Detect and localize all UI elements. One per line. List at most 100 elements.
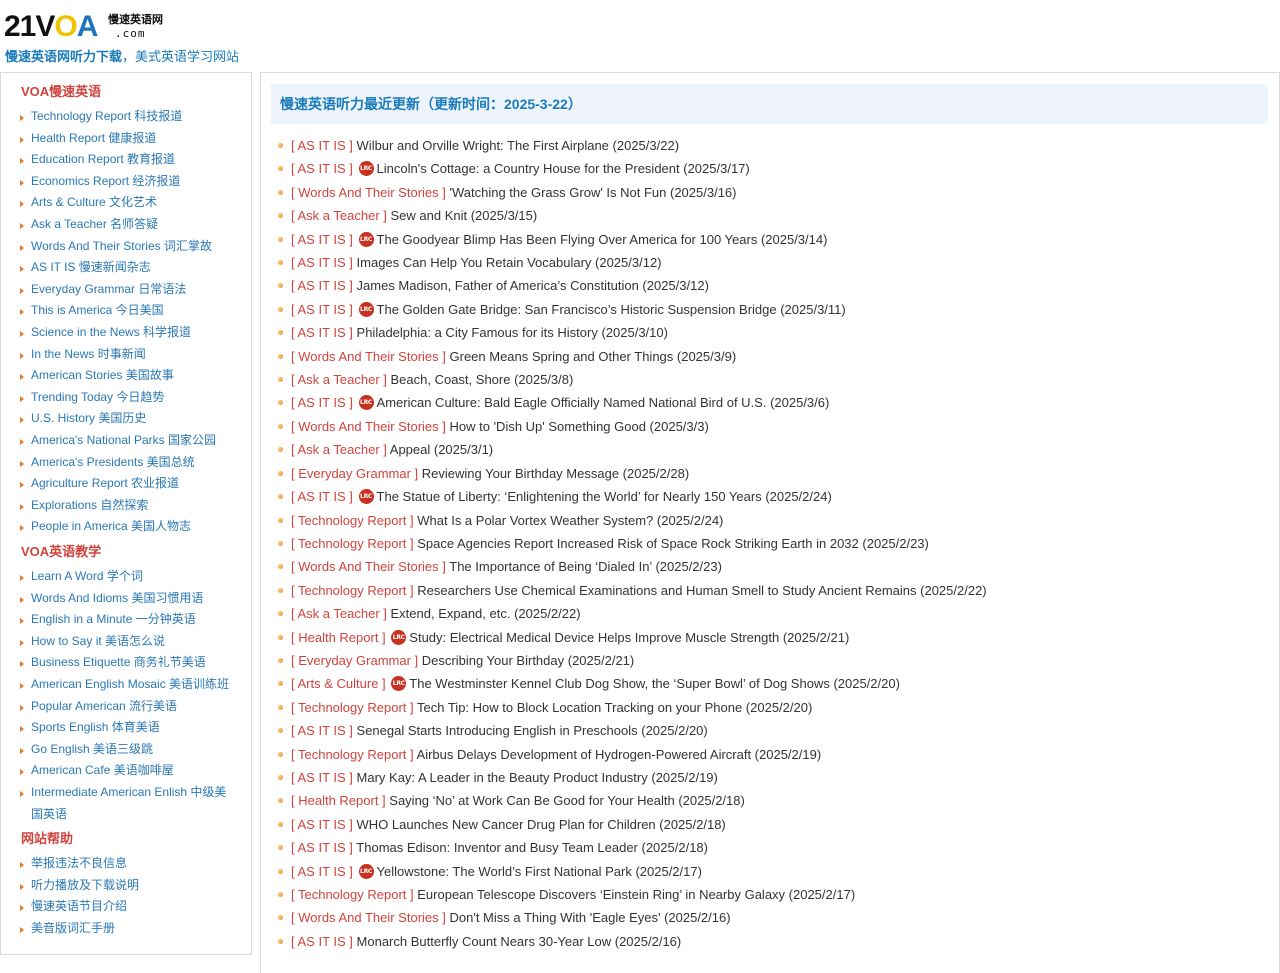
sidebar-item-link[interactable]: American Stories 美国故事 (31, 368, 174, 382)
news-title-link[interactable]: Extend, Expand, etc. (2025/2/22) (391, 606, 581, 621)
sidebar-item-link[interactable]: U.S. History 美国历史 (31, 411, 146, 425)
news-category-link[interactable]: [ AS IT IS ] (291, 817, 353, 832)
sidebar-item[interactable]: U.S. History 美国历史 (19, 408, 234, 430)
news-category-link[interactable]: [ AS IT IS ] (291, 723, 353, 738)
sidebar-item-link[interactable]: 举报违法不良信息 (31, 856, 127, 870)
sidebar-item-link[interactable]: America's National Parks 国家公园 (31, 433, 216, 447)
sidebar-item-link[interactable]: Business Etiquette 商务礼节美语 (31, 655, 206, 669)
news-title-link[interactable]: Senegal Starts Introducing English in Pr… (357, 723, 708, 738)
sidebar-item[interactable]: Sports English 体育美语 (19, 717, 234, 739)
news-category-link[interactable]: [ Ask a Teacher ] (291, 208, 387, 223)
news-category-link[interactable]: [ AS IT IS ] (291, 138, 353, 153)
sidebar-item-link[interactable]: English in a Minute 一分钟英语 (31, 612, 196, 626)
sidebar-item[interactable]: Popular American 流行美语 (19, 696, 234, 718)
news-title-link[interactable]: Reviewing Your Birthday Message (2025/2/… (422, 466, 689, 481)
sidebar-item-link[interactable]: Science in the News 科学报道 (31, 325, 191, 339)
news-category-link[interactable]: [ Arts & Culture ] (291, 676, 386, 691)
news-category-link[interactable]: [ AS IT IS ] (291, 934, 353, 949)
sidebar-item-link[interactable]: In the News 时事新闻 (31, 347, 146, 361)
sidebar-item[interactable]: American English Mosaic 美语训练班 (19, 674, 234, 696)
news-title-link[interactable]: James Madison, Father of America’s Const… (357, 278, 709, 293)
news-category-link[interactable]: [ AS IT IS ] (291, 325, 353, 340)
news-title-link[interactable]: Mary Kay: A Leader in the Beauty Product… (357, 770, 718, 785)
news-category-link[interactable]: [ Technology Report ] (291, 700, 414, 715)
news-title-link[interactable]: Philadelphia: a City Famous for its Hist… (357, 325, 668, 340)
sidebar-item[interactable]: America's National Parks 国家公园 (19, 430, 234, 452)
sidebar-item-link[interactable]: Economics Report 经济报道 (31, 174, 180, 188)
news-title-link[interactable]: American Culture: Bald Eagle Officially … (377, 395, 830, 410)
news-title-link[interactable]: The Golden Gate Bridge: San Francisco’s … (377, 302, 846, 317)
news-category-link[interactable]: [ Health Report ] (291, 630, 386, 645)
news-category-link[interactable]: [ Words And Their Stories ] (291, 185, 446, 200)
news-title-link[interactable]: Researchers Use Chemical Examinations an… (417, 583, 986, 598)
sidebar-item-link[interactable]: Trending Today 今日趋势 (31, 390, 164, 404)
news-category-link[interactable]: [ AS IT IS ] (291, 255, 353, 270)
news-category-link[interactable]: [ Technology Report ] (291, 536, 414, 551)
news-title-link[interactable]: Study: Electrical Medical Device Helps I… (409, 630, 849, 645)
sidebar-item[interactable]: Words And Idioms 美国习惯用语 (19, 588, 234, 610)
sidebar-item-link[interactable]: 慢速英语节目介绍 (31, 899, 127, 913)
sidebar-item[interactable]: English in a Minute 一分钟英语 (19, 609, 234, 631)
sidebar-item-link[interactable]: Everyday Grammar 日常语法 (31, 282, 186, 296)
news-title-link[interactable]: The Importance of Being ‘Dialed In’ (202… (449, 559, 722, 574)
news-title-link[interactable]: Sew and Knit (2025/3/15) (391, 208, 538, 223)
sidebar-item-link[interactable]: How to Say it 美语怎么说 (31, 634, 165, 648)
sidebar-item-link[interactable]: Technology Report 科技报道 (31, 109, 182, 123)
news-category-link[interactable]: [ Technology Report ] (291, 747, 414, 762)
news-title-link[interactable]: Monarch Butterfly Count Nears 30-Year Lo… (357, 934, 682, 949)
news-category-link[interactable]: [ AS IT IS ] (291, 840, 353, 855)
sidebar-item-link[interactable]: Arts & Culture 文化艺术 (31, 195, 157, 209)
news-title-link[interactable]: Thomas Edison: Inventor and Busy Team Le… (356, 840, 708, 855)
news-category-link[interactable]: [ Technology Report ] (291, 513, 414, 528)
news-category-link[interactable]: [ Words And Their Stories ] (291, 349, 446, 364)
news-title-link[interactable]: Yellowstone: The World’s First National … (377, 864, 702, 879)
news-title-link[interactable]: The Statue of Liberty: ‘Enlightening the… (377, 489, 832, 504)
news-category-link[interactable]: [ AS IT IS ] (291, 395, 353, 410)
sidebar-item[interactable]: American Stories 美国故事 (19, 365, 234, 387)
sidebar-item-link[interactable]: American English Mosaic 美语训练班 (31, 677, 229, 691)
news-category-link[interactable]: [ AS IT IS ] (291, 278, 353, 293)
news-title-link[interactable]: European Telescope Discovers ‘Einstein R… (417, 887, 855, 902)
sidebar-item[interactable]: Health Report 健康报道 (19, 128, 234, 150)
news-title-link[interactable]: Tech Tip: How to Block Location Tracking… (417, 700, 812, 715)
news-title-link[interactable]: What Is a Polar Vortex Weather System? (… (417, 513, 723, 528)
sidebar-item-link[interactable]: Popular American 流行美语 (31, 699, 177, 713)
news-category-link[interactable]: [ Technology Report ] (291, 887, 414, 902)
news-category-link[interactable]: [ Health Report ] (291, 793, 386, 808)
sidebar-item-link[interactable]: AS IT IS 慢速新闻杂志 (31, 260, 151, 274)
news-title-link[interactable]: Wilbur and Orville Wright: The First Air… (357, 138, 680, 153)
sidebar-item-link[interactable]: Agriculture Report 农业报道 (31, 476, 179, 490)
news-category-link[interactable]: [ Ask a Teacher ] (291, 372, 387, 387)
sidebar-item[interactable]: Education Report 教育报道 (19, 149, 234, 171)
news-title-link[interactable]: Appeal (2025/3/1) (390, 442, 493, 457)
news-title-link[interactable]: 'Watching the Grass Grow' Is Not Fun (20… (450, 185, 737, 200)
news-title-link[interactable]: Green Means Spring and Other Things (202… (450, 349, 737, 364)
news-title-link[interactable]: How to 'Dish Up' Something Good (2025/3/… (450, 419, 709, 434)
news-category-link[interactable]: [ AS IT IS ] (291, 232, 353, 247)
sidebar-item-link[interactable]: People in America 美国人物志 (31, 519, 191, 533)
sidebar-item-link[interactable]: Education Report 教育报道 (31, 152, 175, 166)
news-title-link[interactable]: Airbus Delays Development of Hydrogen-Po… (417, 747, 822, 762)
sidebar-item[interactable]: Arts & Culture 文化艺术 (19, 192, 234, 214)
sidebar-item-link[interactable]: Sports English 体育美语 (31, 720, 160, 734)
sidebar-item[interactable]: Agriculture Report 农业报道 (19, 473, 234, 495)
sidebar-item-link[interactable]: Go English 美语三级跳 (31, 742, 153, 756)
sidebar-item[interactable]: In the News 时事新闻 (19, 344, 234, 366)
slogan-link[interactable]: 慢速英语网听力下载 (5, 49, 122, 64)
news-category-link[interactable]: [ Words And Their Stories ] (291, 419, 446, 434)
news-title-link[interactable]: The Goodyear Blimp Has Been Flying Over … (377, 232, 828, 247)
sidebar-item[interactable]: 举报违法不良信息 (19, 853, 234, 875)
news-category-link[interactable]: [ Everyday Grammar ] (291, 653, 418, 668)
sidebar-item-link[interactable]: Words And Their Stories 词汇掌故 (31, 239, 212, 253)
news-title-link[interactable]: Describing Your Birthday (2025/2/21) (422, 653, 634, 668)
sidebar-item[interactable]: American Cafe 美语咖啡屋 (19, 760, 234, 782)
news-category-link[interactable]: [ AS IT IS ] (291, 302, 353, 317)
sidebar-item-link[interactable]: Explorations 自然探索 (31, 498, 148, 512)
sidebar-item[interactable]: America's Presidents 美国总统 (19, 452, 234, 474)
sidebar-item[interactable]: This is America 今日美国 (19, 300, 234, 322)
news-category-link[interactable]: [ Ask a Teacher ] (291, 606, 387, 621)
sidebar-item[interactable]: Science in the News 科学报道 (19, 322, 234, 344)
news-title-link[interactable]: WHO Launches New Cancer Drug Plan for Ch… (357, 817, 726, 832)
sidebar-item[interactable]: Go English 美语三级跳 (19, 739, 234, 761)
news-title-link[interactable]: Lincoln's Cottage: a Country House for t… (377, 161, 750, 176)
